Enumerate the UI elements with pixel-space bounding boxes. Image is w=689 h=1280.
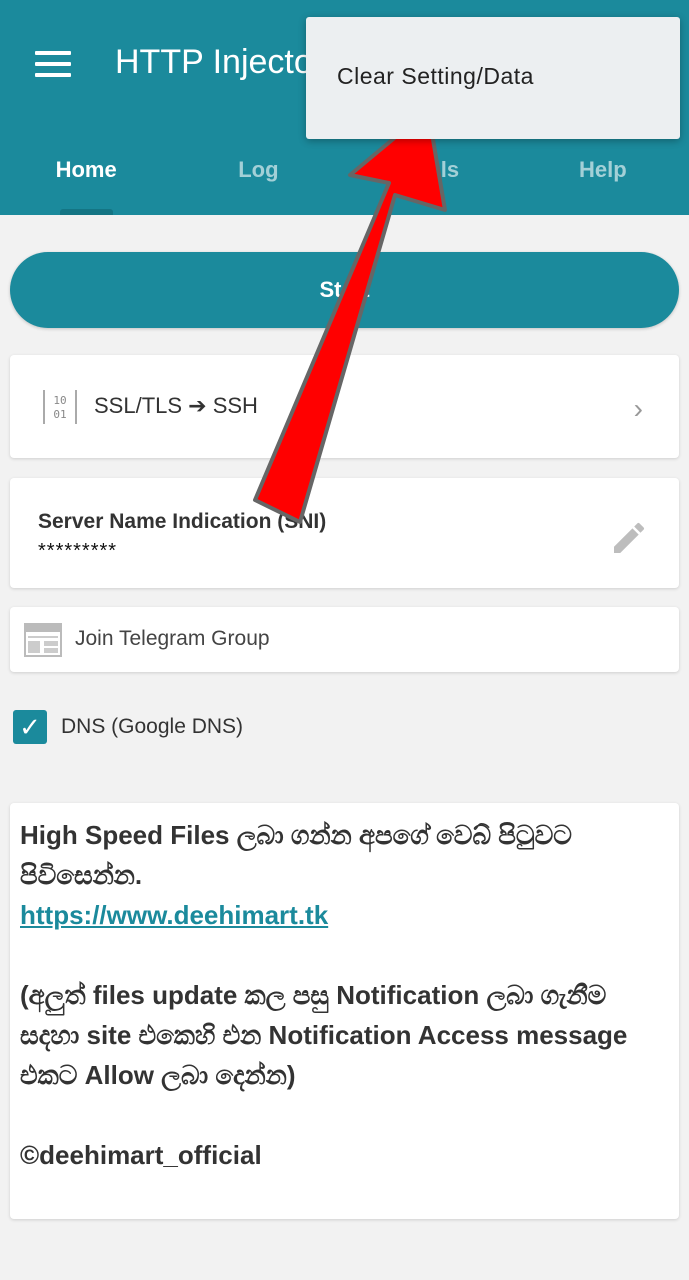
app-title: HTTP Injector [115,43,325,81]
tab-log[interactable]: Log [172,140,344,215]
message-footer: ©deehimart_official [20,1140,262,1170]
binary-icon: 10 01 [43,390,77,424]
message-text: High Speed Files ලබා ගන්න අපගේ වෙබ් පිටු… [20,815,660,1175]
calendar-icon [24,623,62,657]
tunnel-type-card[interactable]: 10 01 SSL/TLS ➔ SSH › [10,355,679,458]
overflow-menu: Clear Setting/Data [306,17,680,139]
sni-card[interactable]: Server Name Indication (SNI) ********* [10,478,679,588]
clear-setting-data-item[interactable]: Clear Setting/Data [337,63,534,90]
dns-checkbox[interactable]: ✓ [13,710,47,744]
website-link[interactable]: https://www.deehimart.tk [20,900,328,930]
message-line2: (අලුත් files update කල පසු Notification … [20,980,628,1090]
telegram-card[interactable]: Join Telegram Group [10,607,679,672]
message-card: High Speed Files ලබා ගන්න අපගේ වෙබ් පිටු… [10,803,679,1219]
dns-label: DNS (Google DNS) [61,715,244,738]
tab-home[interactable]: Home [0,140,172,215]
sni-value: ********* [38,540,118,562]
chevron-right-icon: › [633,393,643,424]
sni-title: Server Name Indication (SNI) [38,510,327,533]
pencil-icon[interactable] [609,518,649,558]
tab-bar: Home Log Tools Help [0,140,689,215]
tab-tools[interactable]: Tools [345,140,517,215]
start-button[interactable]: Start [10,252,679,328]
telegram-label: Join Telegram Group [75,627,270,650]
tunnel-type-label: SSL/TLS ➔ SSH [94,393,258,418]
menu-icon[interactable] [35,51,71,77]
tab-help[interactable]: Help [517,140,689,215]
tab-indicator [60,209,113,215]
message-line1: High Speed Files ලබා ගන්න අපගේ වෙබ් පිටු… [20,820,572,890]
